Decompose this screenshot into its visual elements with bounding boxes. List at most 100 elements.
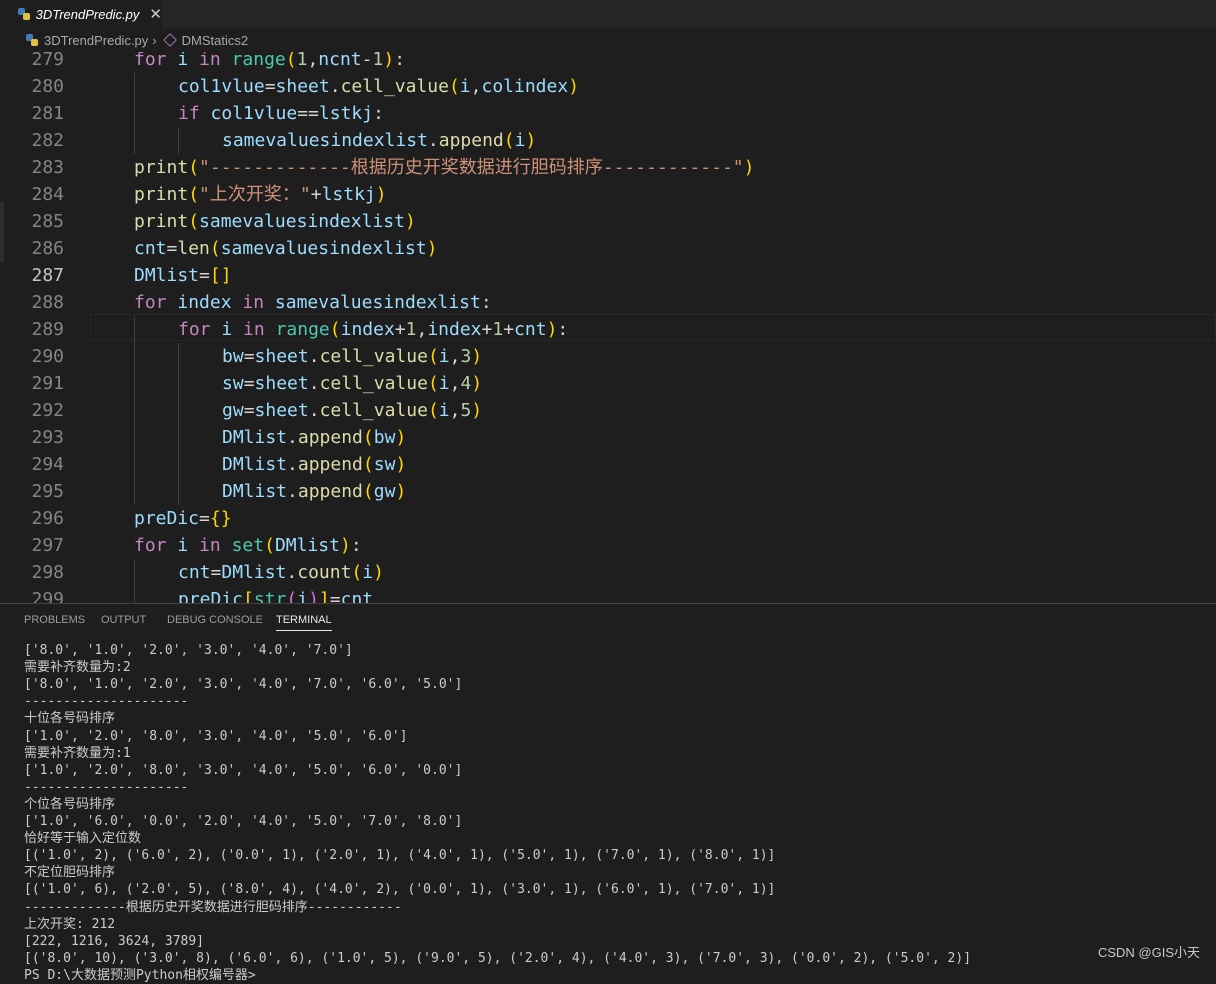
- code-token: print: [134, 211, 189, 232]
- line-number: 289: [31, 319, 64, 340]
- code-line[interactable]: 298 cnt=DMlist.count(i): [0, 559, 1216, 586]
- code-token: -: [361, 52, 373, 70]
- line-number: 285: [31, 211, 64, 232]
- code-token: ): [568, 76, 580, 97]
- code-line[interactable]: 299 preDic[str(i)]=cnt: [0, 586, 1216, 603]
- line-number: 292: [31, 400, 64, 421]
- indent-guide: [178, 370, 179, 397]
- code-token: in: [199, 535, 221, 556]
- code-text: cnt=len(samevaluesindexlist): [134, 235, 437, 262]
- code-token: (: [427, 346, 439, 367]
- code-token: (: [503, 130, 515, 151]
- code-line[interactable]: 279 for i in range(1,ncnt-1):: [0, 52, 1216, 73]
- code-line[interactable]: 294 DMlist.append(sw): [0, 451, 1216, 478]
- code-token: "上次开奖：": [199, 184, 311, 205]
- code-token: i: [177, 52, 189, 70]
- code-token: sheet: [275, 76, 330, 97]
- panel-tabs: PROBLEMS OUTPUT DEBUG CONSOLE TERMINAL: [0, 604, 1216, 634]
- code-token: DMlist: [221, 562, 287, 583]
- code-token: :: [480, 292, 492, 313]
- code-line[interactable]: 290 bw=sheet.cell_value(i,3): [0, 343, 1216, 370]
- code-line[interactable]: 281 if col1vlue==lstkj:: [0, 100, 1216, 127]
- line-number: 281: [31, 103, 64, 124]
- code-line[interactable]: 285 print(samevaluesindexlist): [0, 208, 1216, 235]
- code-text: if col1vlue==lstkj:: [178, 100, 384, 127]
- breadcrumb-file[interactable]: 3DTrendPredic.py: [44, 33, 148, 48]
- code-line[interactable]: 293 DMlist.append(bw): [0, 424, 1216, 451]
- code-token: +: [481, 319, 493, 340]
- code-line[interactable]: 284 print("上次开奖："+lstkj): [0, 181, 1216, 208]
- code-token: ): [373, 562, 384, 583]
- code-editor[interactable]: 279 for i in range(1,ncnt-1): 280 col1vlue=…: [0, 52, 1216, 603]
- code-token: sheet: [254, 400, 309, 421]
- code-token: =: [243, 346, 255, 367]
- breadcrumb-symbol[interactable]: DMStatics2: [182, 33, 248, 48]
- code-token: append: [438, 130, 504, 151]
- code-line[interactable]: 283 print("-------------根据历史开奖数据进行胆码排序---…: [0, 154, 1216, 181]
- terminal-line: 恰好等于输入定位数: [24, 831, 142, 847]
- code-token: ): [395, 454, 407, 475]
- code-token: .: [308, 373, 320, 394]
- code-line[interactable]: 286 cnt=len(samevaluesindexlist): [0, 235, 1216, 262]
- code-token: for: [178, 319, 211, 340]
- code-token: (: [362, 454, 374, 475]
- code-token: if: [178, 103, 200, 124]
- terminal-line: ---------------------: [24, 779, 189, 795]
- tab-problems[interactable]: PROBLEMS: [24, 614, 85, 626]
- code-token: +: [310, 184, 322, 205]
- code-token: ,: [416, 319, 428, 340]
- terminal-line: ---------------------: [24, 694, 189, 710]
- tab-output[interactable]: OUTPUT: [101, 614, 146, 626]
- code-token: 1: [405, 319, 417, 340]
- code-text: sw=sheet.cell_value(i,4): [222, 370, 482, 397]
- code-token: .: [308, 346, 320, 367]
- code-token: i: [438, 373, 450, 394]
- code-line[interactable]: 296 preDic={}: [0, 505, 1216, 532]
- code-line[interactable]: 280 col1vlue=sheet.cell_value(i,colindex): [0, 73, 1216, 100]
- code-token: for: [134, 52, 167, 70]
- watermark: CSDN @GIS小天: [1097, 945, 1200, 960]
- code-token: index: [427, 319, 482, 340]
- code-token: =: [243, 373, 255, 394]
- line-number: 284: [31, 184, 64, 205]
- line-number: 297: [31, 535, 64, 556]
- code-token: :: [394, 52, 406, 70]
- close-icon[interactable]: ✕: [149, 5, 162, 23]
- tab-debug-console[interactable]: DEBUG CONSOLE: [167, 614, 263, 626]
- tab-terminal[interactable]: TERMINAL: [276, 614, 332, 631]
- code-token: DMlist: [134, 265, 200, 286]
- editor-tab-bar: 3DTrendPredic.py ✕: [0, 0, 1216, 28]
- code-token: cell_value: [319, 346, 428, 367]
- code-line[interactable]: 282 samevaluesindexlist.append(i): [0, 127, 1216, 154]
- code-text: print("-------------根据历史开奖数据进行胆码排序------…: [134, 154, 754, 181]
- code-text: for index in samevaluesindexlist:: [134, 289, 492, 316]
- code-line[interactable]: 289 for i in range(index+1,index+1+cnt):: [0, 316, 1216, 343]
- code-line[interactable]: 287 DMlist=[]: [0, 262, 1216, 289]
- code-token: 3: [460, 346, 472, 367]
- code-line[interactable]: 295 DMlist.append(gw): [0, 478, 1216, 505]
- code-line[interactable]: 292 gw=sheet.cell_value(i,5): [0, 397, 1216, 424]
- code-line[interactable]: 288 for index in samevaluesindexlist:: [0, 289, 1216, 316]
- code-line[interactable]: 291 sw=sheet.cell_value(i,4): [0, 370, 1216, 397]
- code-token: range: [231, 52, 286, 70]
- code-token: ): [525, 130, 537, 151]
- indent-guide: [134, 424, 135, 451]
- indent-guide: [134, 451, 135, 478]
- code-token: set: [231, 535, 265, 556]
- tab-3dtrendpredic[interactable]: 3DTrendPredic.py ✕: [0, 0, 162, 28]
- code-token: index: [177, 292, 232, 313]
- line-number: 299: [31, 589, 64, 603]
- indent-guide: [178, 397, 179, 424]
- code-token: ): [404, 211, 416, 232]
- terminal-line: ['1.0', '2.0', '8.0', '3.0', '4.0', '5.0…: [24, 762, 463, 778]
- code-line[interactable]: 297 for i in set(DMlist):: [0, 532, 1216, 559]
- code-text: preDic[str(i)]=cnt: [178, 586, 373, 603]
- code-token: =: [199, 508, 210, 529]
- code-text: print(samevaluesindexlist): [134, 208, 416, 235]
- code-token: 1: [372, 52, 384, 70]
